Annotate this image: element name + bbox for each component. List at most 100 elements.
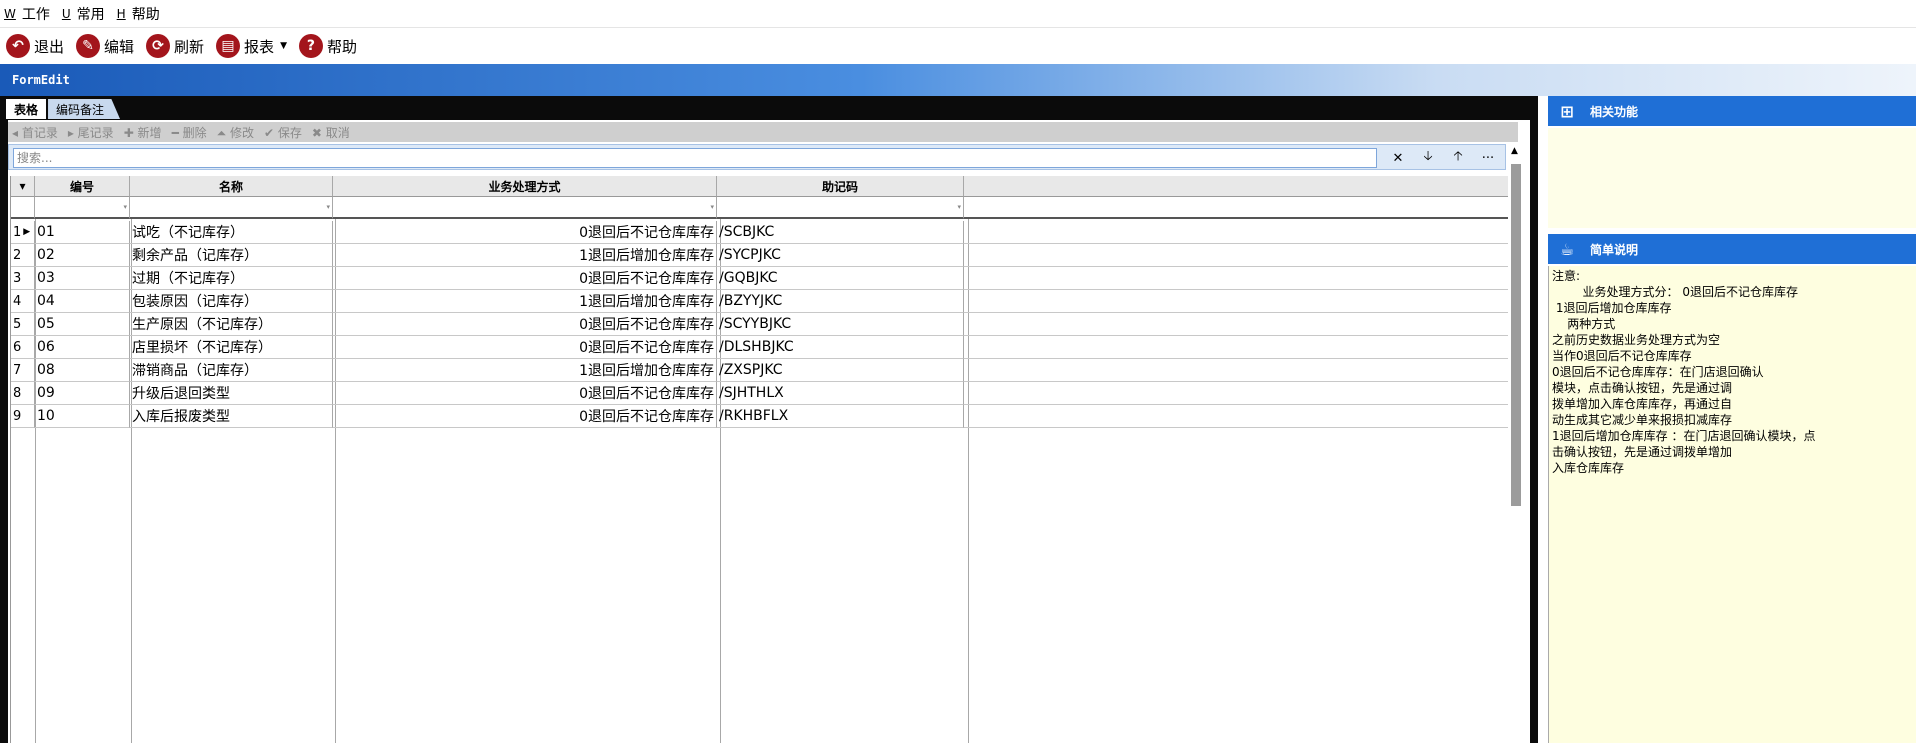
report-button[interactable]: ▤ 报表 ▼ [216, 34, 287, 58]
related-functions-header[interactable]: ⊞ 相关功能 [1548, 96, 1916, 126]
cell-name[interactable]: 入库后报废类型 [130, 405, 333, 428]
cell-mode[interactable]: 0退回后不记仓库库存 [333, 405, 717, 428]
cell-code[interactable]: 03 [35, 267, 130, 290]
row-number[interactable]: 7 [11, 359, 35, 382]
tab-table[interactable]: 表格 [6, 99, 47, 119]
table-row[interactable]: 6 06 店里损坏（不记库存） 0退回后不记仓库库存/DLSHBJKC [11, 336, 1510, 359]
filter-code-dropdown[interactable]: ▾ [35, 197, 130, 219]
exit-button[interactable]: ↶ 退出 [6, 34, 64, 58]
grid-panel: ◂ 首记录 ▸ 尾记录 ✚ 新增 ━ 删除 ⏶ 修改 ✔ 保存 ✖ 取消 搜索.… [8, 120, 1530, 743]
cell-name[interactable]: 升级后退回类型 [130, 382, 333, 405]
cell-code[interactable]: 01 [35, 221, 130, 244]
column-header-code[interactable]: 编号 [35, 176, 130, 197]
notes-header[interactable]: ☕ 简单说明 [1548, 234, 1916, 264]
arrow-up-icon[interactable]: 🡡 [1447, 148, 1469, 168]
cancel-button[interactable]: ✖ 取消 [312, 124, 350, 141]
exit-icon: ↶ [6, 34, 30, 58]
search-input[interactable]: 搜索... [13, 148, 1377, 168]
cell-name[interactable]: 店里损坏（不记库存） [130, 336, 333, 359]
cell-code[interactable]: 06 [35, 336, 130, 359]
cell-name[interactable]: 过期（不记库存） [130, 267, 333, 290]
menu-help[interactable]: H 帮助 [117, 4, 160, 24]
cell-name[interactable]: 滞销商品（记库存） [130, 359, 333, 382]
cell-mode[interactable]: 0退回后不记仓库库存 [333, 221, 717, 244]
menu-work-label: 工作 [21, 6, 50, 23]
delete-button[interactable]: ━ 删除 [172, 124, 207, 141]
add-button[interactable]: ✚ 新增 [124, 124, 162, 141]
column-header-name[interactable]: 名称 [130, 176, 333, 197]
cell-mode[interactable]: 0退回后不记仓库库存 [333, 382, 717, 405]
cell-mode[interactable]: 1退回后增加仓库库存 [333, 359, 717, 382]
menu-work[interactable]: W 工作 [4, 4, 50, 24]
cell-name[interactable]: 包装原因（记库存） [130, 290, 333, 313]
table-row[interactable]: 5 05 生产原因（不记库存） 0退回后不记仓库库存/SCYYBJKC [11, 313, 1510, 336]
note-line: 业务处理方式分： 0退回后不记仓库库存 [1552, 285, 1798, 299]
menu-help-hotkey: H [116, 6, 126, 21]
row-number[interactable]: 4 [11, 290, 35, 313]
cell-memo[interactable]: /SJHTHLX [717, 382, 964, 405]
cell-mode[interactable]: 1退回后增加仓库库存 [333, 290, 717, 313]
cell-memo[interactable]: /DLSHBJKC [717, 336, 964, 359]
clear-search-icon[interactable]: ✕ [1387, 148, 1409, 168]
scroll-up-icon[interactable]: ▲ [1511, 146, 1518, 156]
table-row[interactable]: 9 10 入库后报废类型 0退回后不记仓库库存/RKHBFLX [11, 405, 1510, 428]
row-number[interactable]: 9 [11, 405, 35, 428]
cell-name[interactable]: 生产原因（不记库存） [130, 313, 333, 336]
filter-indicator [11, 197, 35, 219]
refresh-button[interactable]: ⟳ 刷新 [146, 34, 204, 58]
cell-code[interactable]: 10 [35, 405, 130, 428]
cell-code[interactable]: 05 [35, 313, 130, 336]
chevron-down-icon[interactable]: ▼ [280, 41, 287, 51]
tab-code-notes[interactable]: 编码备注 [48, 99, 121, 119]
table-row[interactable]: 4 04 包装原因（记库存） 1退回后增加仓库库存/BZYYJKC [11, 290, 1510, 313]
cell-mode[interactable]: 0退回后不记仓库库存 [333, 336, 717, 359]
table-row[interactable]: 2 02 剩余产品（记库存） 1退回后增加仓库库存/SYCPJKC [11, 244, 1510, 267]
row-number[interactable]: 8 [11, 382, 35, 405]
column-header-mode[interactable]: 业务处理方式 [333, 176, 717, 197]
filter-mode-dropdown[interactable]: ▾ [333, 197, 717, 219]
more-icon[interactable]: ··· [1477, 148, 1499, 168]
row-number[interactable]: 1 ▶ [11, 221, 35, 244]
edit-button[interactable]: ✎ 编辑 [76, 34, 134, 58]
cell-code[interactable]: 09 [35, 382, 130, 405]
cell-mode[interactable]: 0退回后不记仓库库存 [333, 267, 717, 290]
first-record-button[interactable]: ◂ 首记录 [12, 124, 58, 141]
cell-name[interactable]: 剩余产品（记库存） [130, 244, 333, 267]
cell-code[interactable]: 08 [35, 359, 130, 382]
row-number[interactable]: 5 [11, 313, 35, 336]
table-row[interactable]: 3 03 过期（不记库存） 0退回后不记仓库库存/GQBJKC [11, 267, 1510, 290]
column-menu-icon[interactable]: ▾ [11, 176, 35, 197]
cell-empty [964, 359, 1510, 382]
row-number[interactable]: 6 [11, 336, 35, 359]
cell-memo[interactable]: /SCBJKC [717, 221, 964, 244]
cell-memo[interactable]: /RKHBFLX [717, 405, 964, 428]
menu-common[interactable]: U 常用 [62, 4, 105, 24]
table-row[interactable]: 8 09 升级后退回类型 0退回后不记仓库库存/SJHTHLX [11, 382, 1510, 405]
grid-area: 表格 编码备注 ◂ 首记录 ▸ 尾记录 ✚ 新增 ━ 删除 ⏶ 修改 ✔ 保存 … [0, 96, 1538, 743]
vertical-scrollbar[interactable]: ▲ [1508, 144, 1524, 743]
table-row[interactable]: 7 08 滞销商品（记库存） 1退回后增加仓库库存/ZXSPJKC [11, 359, 1510, 382]
modify-button[interactable]: ⏶ 修改 [217, 124, 254, 141]
cell-memo[interactable]: /SYCPJKC [717, 244, 964, 267]
cell-mode[interactable]: 1退回后增加仓库库存 [333, 244, 717, 267]
filter-memo-dropdown[interactable]: ▾ [717, 197, 964, 219]
cell-code[interactable]: 02 [35, 244, 130, 267]
row-number[interactable]: 2 [11, 244, 35, 267]
cell-memo[interactable]: /ZXSPJKC [717, 359, 964, 382]
cell-code[interactable]: 04 [35, 290, 130, 313]
cell-mode[interactable]: 0退回后不记仓库库存 [333, 313, 717, 336]
last-record-button[interactable]: ▸ 尾记录 [68, 124, 114, 141]
save-button[interactable]: ✔ 保存 [264, 124, 302, 141]
table-row[interactable]: 1 ▶ 01 试吃（不记库存） 0退回后不记仓库库存/SCBJKC [11, 221, 1510, 244]
row-number[interactable]: 3 [11, 267, 35, 290]
help-button[interactable]: ? 帮助 [298, 34, 357, 58]
filter-name-dropdown[interactable]: ▾ [130, 197, 333, 219]
note-line: 动生成其它减少单来报损扣减库存 [1552, 413, 1733, 427]
scrollbar-thumb[interactable] [1511, 164, 1521, 506]
cell-name[interactable]: 试吃（不记库存） [130, 221, 333, 244]
column-header-memo[interactable]: 助记码 [717, 176, 964, 197]
cell-memo[interactable]: /BZYYJKC [717, 290, 964, 313]
cell-memo[interactable]: /GQBJKC [717, 267, 964, 290]
arrow-down-icon[interactable]: 🡣 [1417, 148, 1439, 168]
cell-memo[interactable]: /SCYYBJKC [717, 313, 964, 336]
